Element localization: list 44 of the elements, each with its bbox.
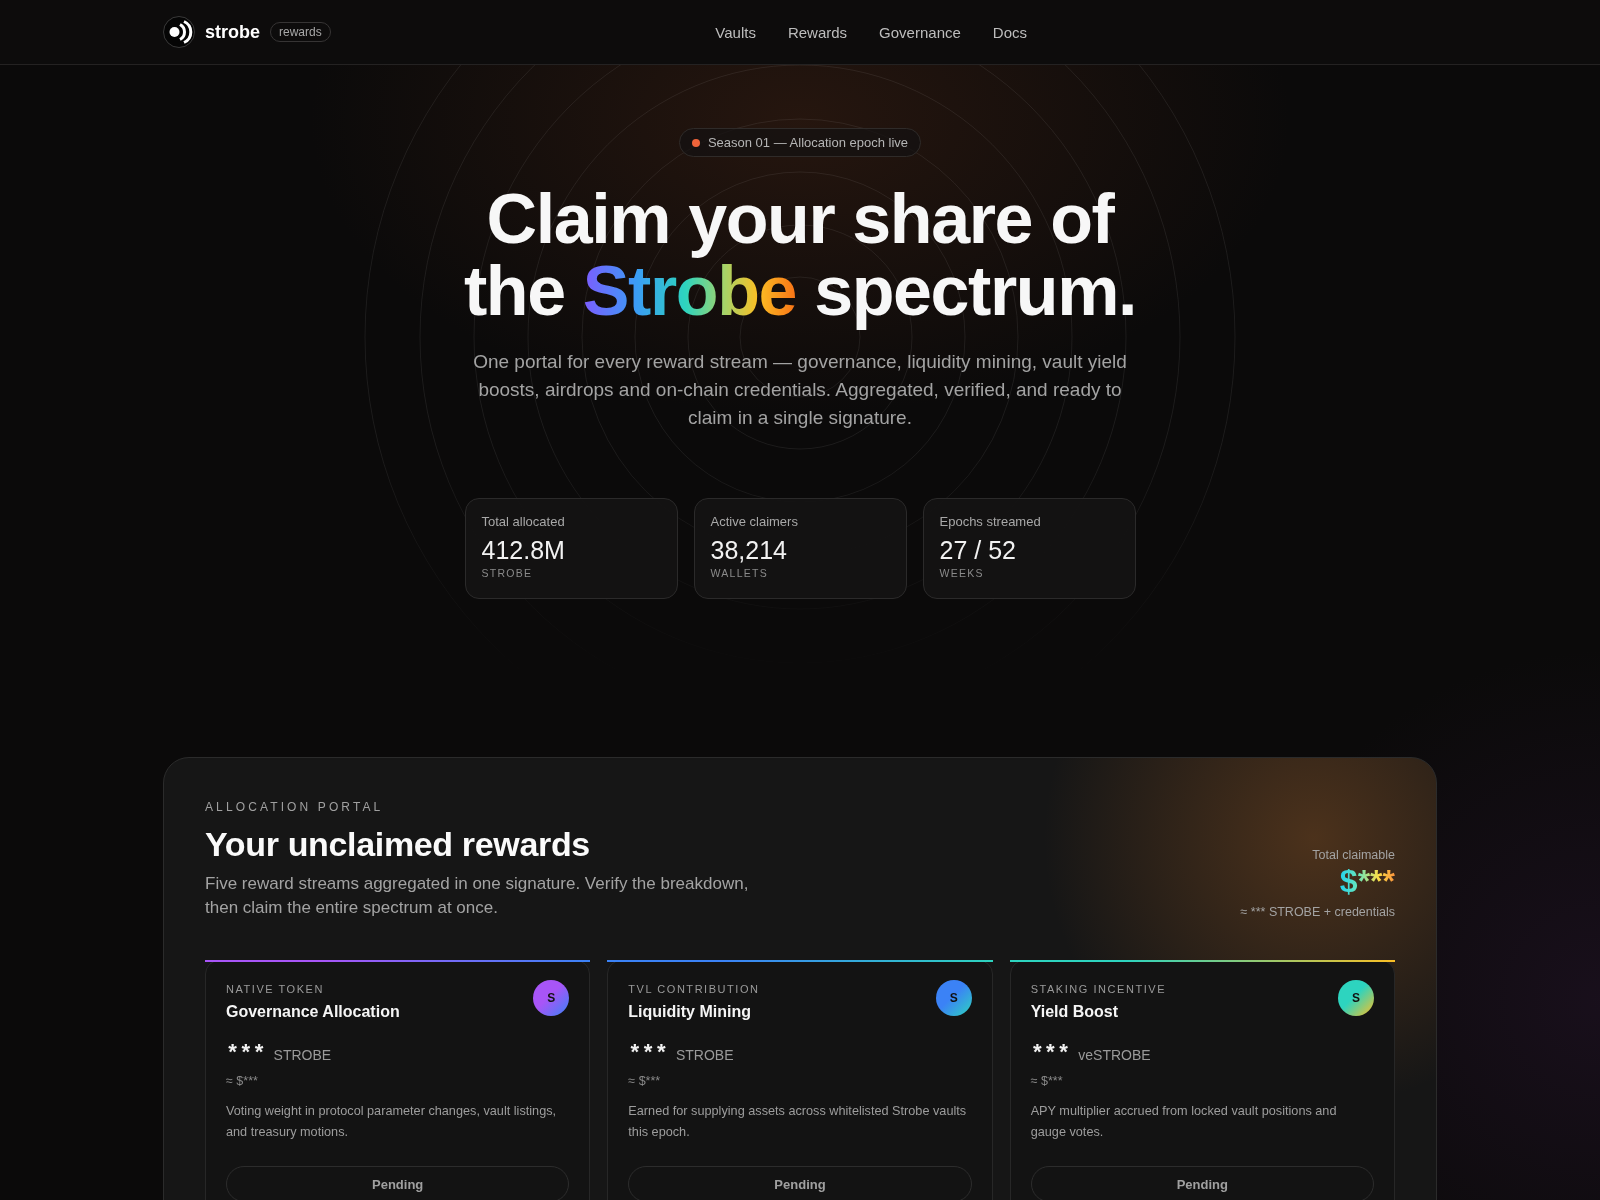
reward-title: Yield Boost (1030, 1002, 1120, 1022)
section-eyebrow: ALLOCATION PORTAL (205, 799, 385, 815)
reward-title: Governance Allocation (226, 1002, 400, 1022)
stat-unit: WALLETS (710, 566, 769, 580)
brand-name: strobe (205, 21, 260, 43)
hero-subtitle: One portal for every reward stream — governance, liquidity mining, vault yield boosts, airdrops and on-chain credentials. Aggregated, verified, and ready to claim in a single signature. (472, 350, 1128, 430)
token-avatar: S (1338, 980, 1374, 1016)
reward-description: Voting weight in protocol parameter changes, vault listings, and treasury motions. (226, 1103, 558, 1141)
reward-category: NATIVE TOKEN (226, 982, 325, 996)
usd-estimate: ≈ $*** (1030, 1073, 1064, 1089)
token-avatar: S (533, 980, 570, 1016)
nav-link[interactable]: Governance (879, 23, 961, 41)
total-claimable-label: Total claimable (1312, 847, 1395, 863)
logo-icon (163, 16, 195, 48)
nav-link[interactable]: Docs (992, 23, 1027, 41)
stat-label: Total allocated (481, 514, 566, 530)
token-unit: veSTROBE (1078, 1047, 1151, 1063)
total-claimable-note: ≈ *** STROBE + credentials (1240, 904, 1395, 920)
token-unit: STROBE (273, 1047, 332, 1063)
stat-label: Epochs streamed (939, 514, 1042, 530)
nav-link[interactable]: Rewards (787, 23, 848, 41)
stat-unit: STROBE (481, 566, 534, 580)
reward-amount: *** (1030, 1042, 1071, 1068)
reward-description: Earned for supplying assets across whitelisted Strobe vaults this epoch. (628, 1103, 968, 1141)
token-avatar: S (935, 980, 972, 1016)
stat-unit: WEEKS (939, 566, 985, 580)
stat-label: Active claimers (710, 514, 799, 530)
stat-value: 27 / 52 (939, 535, 1017, 565)
nav-link[interactable]: Vaults (715, 23, 756, 41)
status-dot-icon (691, 138, 700, 147)
reward-amount: *** (226, 1042, 266, 1068)
section-description: Five reward streams aggregated in one signature. Verify the breakdown, then claim the entire spectrum at once. (205, 873, 750, 919)
token-unit: STROBE (675, 1047, 734, 1063)
usd-estimate: ≈ $*** (628, 1073, 662, 1089)
stat-value: 412.8M (481, 535, 566, 565)
reward-category: STAKING INCENTIVE (1030, 982, 1167, 996)
reward-amount: *** (628, 1042, 668, 1068)
reward-category: TVL CONTRIBUTION (628, 982, 760, 996)
stat-value: 38,214 (710, 535, 788, 565)
section-title: Your unclaimed rewards (205, 824, 591, 864)
season-badge-text: Season 01 — Allocation epoch live (707, 135, 909, 150)
reward-title: Liquidity Mining (628, 1002, 752, 1022)
reward-description: APY multiplier accrued from locked vault positions and gauge votes. (1030, 1103, 1338, 1141)
usd-estimate: ≈ $*** (226, 1073, 259, 1089)
